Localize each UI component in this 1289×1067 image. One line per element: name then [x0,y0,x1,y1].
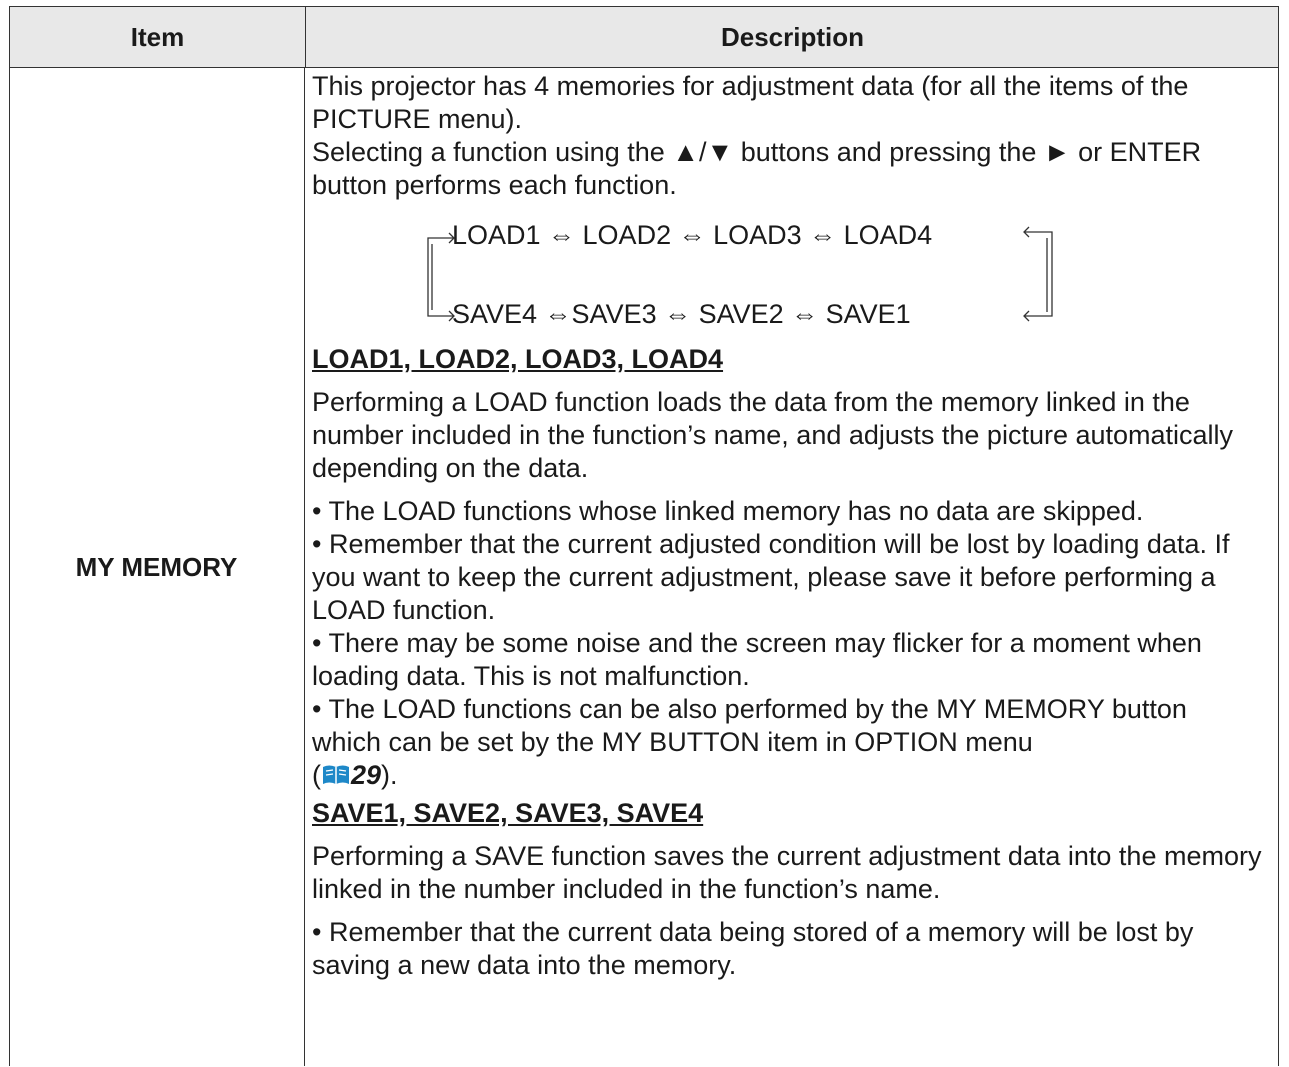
load-note-3: • There may be some noise and the screen… [312,628,1202,691]
load-note-4-text: • The LOAD functions can be also perform… [312,694,1187,757]
flow-load-row: LOAD1 ⇔ LOAD2 ⇔ LOAD3 ⇔ LOAD4 [452,220,933,250]
flow-save-row: SAVE4 ⇔SAVE3 ⇔ SAVE2 ⇔ SAVE1 [452,299,911,329]
load-section: LOAD1, LOAD2, LOAD3, LOAD4 Performing a … [312,343,1262,982]
page-reference-link[interactable]: 29 [351,760,381,790]
load-note-1: • The LOAD functions whose linked memory… [312,496,1144,526]
save-note-1: • Remember that the current data being s… [312,917,1194,980]
load-note-2: • Remember that the current adjusted con… [312,529,1230,625]
load-note-4: • The LOAD functions can be also perform… [312,693,1262,795]
load-description: Performing a LOAD function loads the dat… [312,387,1234,483]
load-heading: LOAD1, LOAD2, LOAD3, LOAD4 [312,344,724,374]
save-description: Performing a SAVE function saves the cur… [312,841,1262,904]
save-heading: SAVE1, SAVE2, SAVE3, SAVE4 [312,798,704,828]
flow-loop-lines [427,226,1053,322]
book-icon [321,762,351,795]
